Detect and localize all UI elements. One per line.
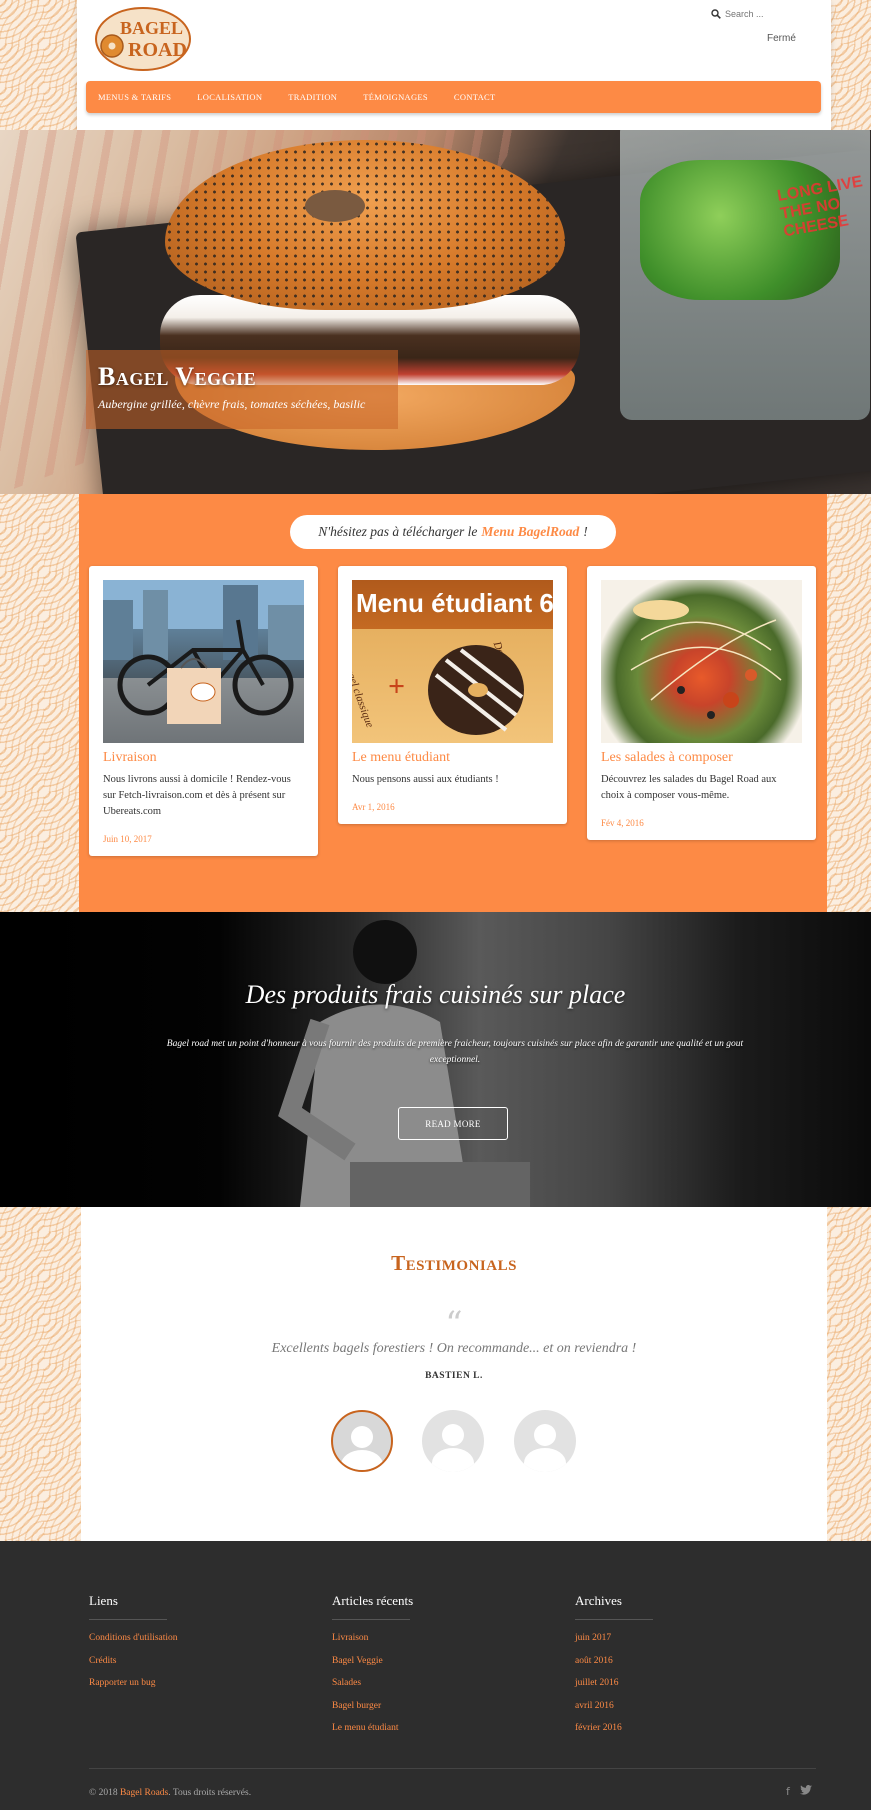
- download-menu-link[interactable]: Menu BagelRoad: [481, 524, 579, 540]
- avatar-3[interactable]: [514, 1410, 576, 1472]
- footer-col-liens: Liens Conditions d'utilisation Crédits R…: [89, 1593, 289, 1701]
- student-menu-image-text: Menu étudiant 6: [356, 588, 553, 618]
- footer-link[interactable]: juillet 2016: [575, 1678, 775, 1688]
- card-title[interactable]: Livraison: [103, 750, 304, 766]
- footer-col-title: Liens: [89, 1593, 118, 1608]
- footer-link[interactable]: août 2016: [575, 1656, 775, 1666]
- avatar-2[interactable]: [422, 1410, 484, 1472]
- copyright-suffix: . Tous droits réservés.: [168, 1788, 252, 1798]
- search-form: [711, 9, 805, 19]
- card-livraison[interactable]: Livraison Nous livrons aussi à domicile …: [89, 566, 318, 856]
- footer-link[interactable]: Livraison: [332, 1633, 532, 1643]
- copyright: © 2018 Bagel Roads. Tous droits réservés…: [89, 1788, 251, 1798]
- social-links: f: [786, 1785, 812, 1798]
- bagel-hole: [305, 190, 365, 222]
- card-text: Nous pensons aussi aux étudiants !: [352, 774, 499, 785]
- nav-temoignages[interactable]: Témoignages: [363, 92, 428, 102]
- footer-link[interactable]: février 2016: [575, 1723, 775, 1733]
- card-salades[interactable]: Les salades à composer Découvrez les sal…: [587, 566, 816, 840]
- read-more-button[interactable]: READ MORE: [398, 1107, 508, 1140]
- fresh-products-section: Des produits frais cuisinés sur place Ba…: [0, 912, 871, 1207]
- card-title[interactable]: Les salades à composer: [601, 750, 802, 766]
- section-title: Des produits frais cuisinés sur place: [245, 980, 626, 1009]
- salad-image[interactable]: [601, 580, 802, 743]
- footer-col-title: Articles récents: [332, 1593, 414, 1608]
- facebook-icon[interactable]: f: [786, 1785, 790, 1798]
- card-date: Avr 1, 2016: [352, 802, 395, 812]
- student-menu-image[interactable]: Menu étudiant 6 Bagel classique Dessert …: [352, 580, 553, 743]
- footer-link[interactable]: Rapporter un bug: [89, 1678, 289, 1688]
- section-text: Bagel road met un point d'honneur à vous…: [166, 1039, 744, 1065]
- menu-section: N'hésitez pas à télécharger le Menu Bage…: [79, 494, 827, 912]
- footer-link[interactable]: Bagel burger: [332, 1701, 532, 1711]
- card-text: Nous livrons aussi à domicile ! Rendez-v…: [103, 774, 291, 817]
- card-date: Juin 10, 2017: [103, 834, 152, 844]
- testimonial-quote: Excellents bagels forestiers ! On recomm…: [271, 1341, 637, 1356]
- footer-col-title: Archives: [575, 1593, 622, 1608]
- slide-caption: Bagel Veggie Aubergine grillée, chèvre f…: [86, 350, 398, 429]
- salad-glass-image: LONG LIVE THE NO CHEESE: [620, 130, 870, 420]
- plus-icon: +: [388, 670, 406, 703]
- download-suffix: !: [583, 524, 588, 539]
- hero-slider: LONG LIVE THE NO CHEESE Bagel Veggie Aub…: [0, 130, 871, 494]
- testimonial-author: BASTIEN L.: [425, 1371, 483, 1381]
- card-date: Fév 4, 2016: [601, 818, 644, 828]
- footer-link[interactable]: Salades: [332, 1678, 532, 1688]
- footer-link[interactable]: juin 2017: [575, 1633, 775, 1643]
- avatar-1[interactable]: [331, 1410, 393, 1472]
- search-input[interactable]: [725, 9, 805, 19]
- footer-col-archives: Archives juin 2017 août 2016 juillet 201…: [575, 1593, 775, 1746]
- download-prefix: N'hésitez pas à télécharger le: [318, 524, 478, 539]
- testimonials-title: Testimonials: [391, 1251, 517, 1275]
- opening-status: Fermé: [767, 33, 796, 44]
- logo-line2: ROAD: [128, 39, 187, 61]
- nav-localisation[interactable]: Localisation: [197, 92, 262, 102]
- card-menu-etudiant[interactable]: Menu étudiant 6 Bagel classique Dessert …: [338, 566, 567, 824]
- footer-link[interactable]: Crédits: [89, 1656, 289, 1666]
- logo-line1: BAGEL: [120, 18, 183, 38]
- footer-col-articles: Articles récents Livraison Bagel Veggie …: [332, 1593, 532, 1746]
- footer-divider: [89, 1768, 816, 1769]
- donut-image: [428, 645, 524, 735]
- nav-contact[interactable]: Contact: [454, 92, 496, 102]
- twitter-icon[interactable]: [799, 1785, 812, 1798]
- copyright-prefix: © 2018: [89, 1788, 118, 1798]
- download-menu-banner: N'hésitez pas à télécharger le Menu Bage…: [290, 515, 616, 549]
- quote-icon: “: [445, 1304, 463, 1344]
- footer-link[interactable]: avril 2016: [575, 1701, 775, 1711]
- slide-subtitle: Aubergine grillée, chèvre frais, tomates…: [98, 397, 366, 411]
- card-title[interactable]: Le menu étudiant: [352, 750, 553, 766]
- footer-link[interactable]: Le menu étudiant: [332, 1723, 532, 1733]
- copyright-brand-link[interactable]: Bagel Roads: [120, 1788, 168, 1798]
- nav-menus-tarifs[interactable]: Menus & Tarifs: [98, 92, 171, 102]
- card-text: Découvrez les salades du Bagel Road aux …: [601, 774, 777, 801]
- footer-link[interactable]: Conditions d'utilisation: [89, 1633, 289, 1643]
- testimonials-section: Testimonials “ Excellents bagels foresti…: [81, 1207, 827, 1541]
- bagel-road-logo[interactable]: BAGEL ROAD: [94, 6, 192, 72]
- footer-link[interactable]: Bagel Veggie: [332, 1656, 532, 1666]
- site-footer: Liens Conditions d'utilisation Crédits R…: [0, 1541, 871, 1810]
- site-header: BAGEL ROAD Fermé Menus & Tarifs Localisa…: [77, 0, 831, 130]
- student-menu-image-side: Bagel classique: [352, 660, 376, 730]
- nav-tradition[interactable]: Tradition: [288, 92, 337, 102]
- slide-title: Bagel Veggie: [98, 362, 257, 391]
- search-icon[interactable]: [711, 9, 721, 19]
- main-nav: Menus & Tarifs Localisation Tradition Té…: [86, 81, 821, 113]
- delivery-bike-image[interactable]: [103, 580, 304, 743]
